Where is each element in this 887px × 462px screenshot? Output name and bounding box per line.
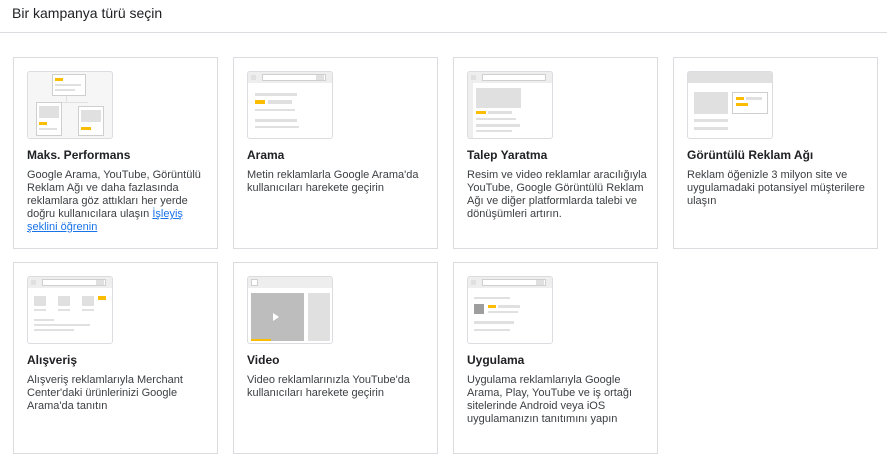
card-description: Metin reklamlarla Google Arama'da kullan… xyxy=(247,169,419,194)
campaign-card-demand-gen[interactable]: Talep Yaratma Resim ve video reklamlar a… xyxy=(453,57,658,249)
campaign-card-display[interactable]: Görüntülü Reklam Ağı Reklam öğenizle 3 m… xyxy=(673,57,878,249)
display-illustration-icon xyxy=(687,71,773,139)
card-description: Resim ve video reklamlar aracılığıyla Yo… xyxy=(467,169,647,220)
campaign-card-performance-max[interactable]: Maks. Performans Google Arama, YouTube, … xyxy=(13,57,218,249)
campaign-card-search[interactable]: Arama Metin reklamlarla Google Arama'da … xyxy=(233,57,438,249)
card-description: Alışveriş reklamlarıyla Merchant Center'… xyxy=(27,374,183,412)
card-title: Talep Yaratma xyxy=(467,148,548,162)
card-title: Görüntülü Reklam Ağı xyxy=(687,148,814,162)
app-illustration-icon xyxy=(467,276,553,344)
demand-gen-illustration-icon xyxy=(467,71,553,139)
card-description: Reklam öğenizle 3 milyon site ve uygulam… xyxy=(687,169,865,207)
card-description: Google Arama, YouTube, Görüntülü Reklam … xyxy=(27,169,201,233)
card-title: Video xyxy=(247,353,280,367)
card-description: Video reklamlarınızla YouTube'da kullanı… xyxy=(247,374,410,399)
shopping-illustration-icon xyxy=(27,276,113,344)
video-illustration-icon xyxy=(247,276,333,344)
card-title: Uygulama xyxy=(467,353,525,367)
page-header: Bir kampanya türü seçin xyxy=(0,0,887,33)
card-title: Alışveriş xyxy=(27,353,78,367)
search-illustration-icon xyxy=(247,71,333,139)
campaign-card-shopping[interactable]: Alışveriş Alışveriş reklamlarıyla Mercha… xyxy=(13,262,218,454)
card-description: Uygulama reklamlarıyla Google Arama, Pla… xyxy=(467,374,633,425)
page-title: Bir kampanya türü seçin xyxy=(12,5,163,21)
campaign-card-video[interactable]: Video Video reklamlarınızla YouTube'da k… xyxy=(233,262,438,454)
campaign-card-app[interactable]: Uygulama Uygulama reklamlarıyla Google A… xyxy=(453,262,658,454)
performance-max-illustration-icon xyxy=(27,71,113,139)
card-title: Arama xyxy=(247,148,285,162)
card-title: Maks. Performans xyxy=(27,148,131,162)
